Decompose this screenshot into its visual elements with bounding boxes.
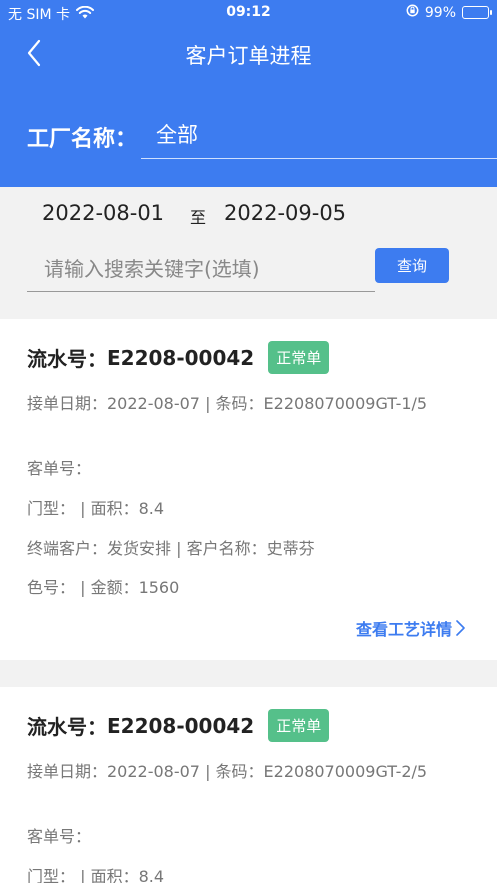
view-detail-label: 查看工艺详情	[355, 620, 452, 639]
door-type-area: 门型： | 面积：8.4	[27, 499, 165, 518]
factory-select[interactable]: 全部	[156, 119, 198, 149]
customer-order-no: 客单号：	[27, 827, 92, 846]
serial-row: 流水号： E2208-00042 正常单	[27, 341, 330, 374]
page-title: 客户订单进程	[185, 44, 312, 68]
status-badge: 正常单	[268, 341, 330, 374]
query-button[interactable]: 查询	[375, 248, 449, 283]
factory-label: 工厂名称：	[27, 127, 138, 152]
order-card[interactable]: 流水号： E2208-00042 正常单 接单日期：2022-08-07 | 条…	[0, 319, 497, 660]
view-detail-link[interactable]: 查看工艺详情	[356, 616, 466, 640]
order-card[interactable]: 流水号： E2208-00042 正常单 接单日期：2022-08-07 | 条…	[0, 687, 497, 883]
order-date-barcode: 接单日期：2022-08-07 | 条码：E2208070009GT-1/5	[27, 394, 428, 413]
filter-panel: 2022-08-01 至 2022-09-05 查询	[0, 187, 497, 319]
end-customer-name: 终端客户：发货安排 | 客户名称：史蒂芬	[27, 539, 315, 558]
serial-label: 流水号：	[27, 715, 107, 739]
serial-number: E2208-00042	[107, 345, 255, 370]
status-right: 99%	[406, 4, 492, 21]
battery-icon	[462, 6, 492, 19]
search-input[interactable]	[27, 247, 375, 292]
lock-rotation-icon	[406, 4, 419, 21]
status-badge: 正常单	[268, 709, 330, 742]
customer-order-no: 客单号：	[27, 459, 92, 478]
chevron-right-icon	[456, 620, 465, 636]
date-end-picker[interactable]: 2022-09-05	[224, 201, 346, 225]
date-start-picker[interactable]: 2022-08-01	[42, 201, 164, 225]
door-type-area: 门型： | 面积：8.4	[27, 867, 165, 883]
serial-label: 流水号：	[27, 347, 107, 371]
header: 无 SIM 卡 09:12 99% 客户订单进程 工厂名称： 全部	[0, 0, 497, 187]
order-date-barcode: 接单日期：2022-08-07 | 条码：E2208070009GT-2/5	[27, 762, 428, 781]
date-separator: 至	[190, 208, 207, 227]
color-amount: 色号： | 金额：1560	[27, 578, 180, 597]
factory-underline	[141, 158, 497, 159]
battery-percent: 99%	[424, 4, 456, 21]
status-bar: 无 SIM 卡 09:12 99%	[0, 0, 497, 26]
serial-number: E2208-00042	[107, 713, 255, 738]
serial-row: 流水号： E2208-00042 正常单	[27, 709, 330, 742]
